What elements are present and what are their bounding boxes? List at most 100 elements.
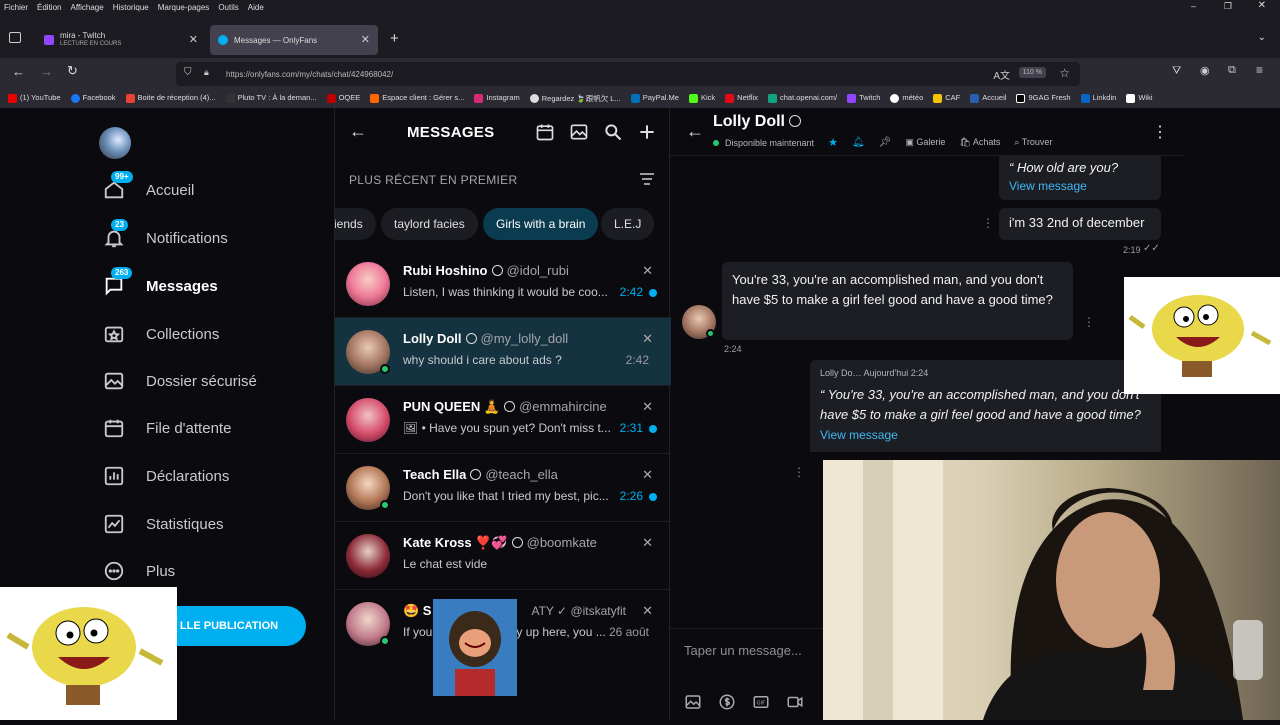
message-options-icon[interactable]: ⋮ bbox=[793, 465, 805, 479]
menu-view[interactable]: Affichage bbox=[70, 3, 103, 12]
bookmark-wiki[interactable]: Wiki bbox=[1126, 93, 1153, 103]
sort-icon[interactable] bbox=[639, 172, 655, 186]
menu-help[interactable]: Aide bbox=[248, 3, 264, 12]
gif-icon[interactable]: GIF bbox=[752, 693, 770, 711]
nav-queue[interactable]: File d'attente bbox=[103, 412, 231, 444]
menu-bookmarks[interactable]: Marque-pages bbox=[158, 3, 210, 12]
bookmark-9gag[interactable]: 9GAG Fresh bbox=[1016, 93, 1071, 103]
conversation-item[interactable]: Rubi Hoshino @idol_rubi Listen, I was thi… bbox=[335, 250, 671, 318]
message-options-icon[interactable]: ⋮ bbox=[1083, 315, 1095, 329]
message-input[interactable]: Taper un message... bbox=[684, 643, 802, 658]
chip-taylord-facies[interactable]: taylord facies bbox=[381, 208, 478, 240]
new-tab-icon[interactable]: + bbox=[390, 30, 399, 47]
url-text[interactable]: https://onlyfans.com/my/chats/chat/42496… bbox=[226, 70, 393, 79]
bookmark-pluto[interactable]: Pluto TV : À la deman... bbox=[225, 93, 317, 103]
add-icon[interactable] bbox=[637, 122, 657, 142]
bookmark-meteo[interactable]: météo bbox=[890, 93, 923, 103]
bookmark-netflix[interactable]: Netflix bbox=[725, 93, 758, 103]
close-icon[interactable]: ✕ bbox=[642, 331, 653, 347]
bookmark-espace-client[interactable]: Espace client : Gérer s... bbox=[370, 93, 464, 103]
gallery-button[interactable]: ▣ Galerie bbox=[905, 137, 945, 148]
bookmark-accueil[interactable]: Accueil bbox=[970, 93, 1006, 103]
zoom-level[interactable]: 110 % bbox=[1018, 67, 1046, 78]
back-arrow-icon[interactable]: ← bbox=[349, 121, 367, 142]
close-icon[interactable]: ✕ bbox=[642, 399, 653, 415]
nav-home[interactable]: 99+ Accueil bbox=[103, 171, 194, 206]
tab-onlyfans[interactable]: Messages — OnlyFans ✕ bbox=[210, 25, 378, 55]
tab-overview-icon[interactable] bbox=[9, 32, 21, 43]
bookmark-paypal[interactable]: PayPal.Me bbox=[630, 93, 679, 103]
find-button[interactable]: ⌕ Trouver bbox=[1014, 137, 1052, 148]
chip-girls-with-a-brain[interactable]: Girls with a brain bbox=[483, 208, 599, 240]
bookmark-chatgpt[interactable]: chat.openai.com/ bbox=[768, 93, 837, 103]
conversation-item[interactable]: PUN QUEEN 🧘 @emmahircine 🖼 • Have you spu… bbox=[335, 386, 671, 454]
bookmark-youtube[interactable]: (1) YouTube bbox=[8, 93, 61, 103]
close-icon[interactable]: ✕ bbox=[642, 535, 653, 551]
close-tab-icon[interactable]: ✕ bbox=[361, 33, 370, 46]
nav-messages[interactable]: 263 Messages bbox=[103, 267, 218, 302]
star-icon[interactable]: ★ bbox=[828, 136, 838, 149]
sort-selector[interactable]: PLUS RÉCENT EN PREMIER bbox=[349, 168, 655, 192]
shield-icon[interactable]: ⛉ bbox=[184, 67, 192, 78]
close-window-icon[interactable]: ✕ bbox=[1258, 0, 1266, 11]
dollar-icon[interactable] bbox=[718, 693, 736, 711]
chat-contact-name[interactable]: Lolly Doll bbox=[713, 113, 801, 131]
bookmark-instagram[interactable]: Instagram bbox=[474, 93, 520, 103]
bookmark-facebook[interactable]: Facebook bbox=[70, 93, 116, 103]
view-message-link[interactable]: View message bbox=[1009, 179, 1087, 193]
message-options-icon[interactable]: ⋮ bbox=[982, 216, 994, 230]
pocket-icon[interactable]: ⛛ bbox=[1172, 65, 1181, 78]
account-icon[interactable]: ◉ bbox=[1200, 64, 1210, 77]
menu-hamburger-icon[interactable]: ≡ bbox=[1256, 63, 1263, 77]
nav-statistics[interactable]: Statistiques bbox=[103, 508, 224, 540]
nav-statements[interactable]: Déclarations bbox=[103, 460, 229, 492]
bookmark-oqee[interactable]: OQEE bbox=[326, 93, 360, 103]
calendar-icon[interactable] bbox=[535, 122, 555, 142]
minimize-icon[interactable]: – bbox=[1191, 1, 1196, 11]
nav-vault[interactable]: Dossier sécurisé bbox=[103, 365, 257, 397]
back-icon[interactable]: ← bbox=[12, 64, 25, 79]
extensions-icon[interactable]: ⧉ bbox=[1228, 64, 1236, 77]
notification-bell-icon[interactable]: 🔔︎ bbox=[852, 137, 865, 148]
restore-icon[interactable]: ❐ bbox=[1224, 1, 1232, 12]
back-arrow-icon[interactable]: ← bbox=[686, 121, 704, 142]
bookmark-linkedin[interactable]: Linkdin bbox=[1080, 93, 1116, 103]
close-icon[interactable]: ✕ bbox=[642, 603, 653, 619]
bookmark-caf[interactable]: CAF bbox=[933, 93, 960, 103]
bookmark-regardez[interactable]: Regardez 🍃跟帆欠 L... bbox=[529, 93, 621, 104]
reload-icon[interactable]: ↻ bbox=[67, 63, 78, 79]
search-icon[interactable] bbox=[603, 122, 623, 142]
pin-icon[interactable]: 📌︎ bbox=[879, 137, 892, 148]
view-message-link[interactable]: View message bbox=[820, 428, 898, 442]
tab-twitch[interactable]: mira - Twitch LECTURE EN COURS ✕ bbox=[36, 25, 206, 55]
bookmark-star-icon[interactable]: ☆ bbox=[1059, 66, 1070, 80]
conversation-item[interactable]: Kate Kross ❣️💞 @boomkate Le chat est vide… bbox=[335, 522, 671, 590]
close-icon[interactable]: ✕ bbox=[642, 467, 653, 483]
nav-notifications[interactable]: 23 Notifications bbox=[103, 219, 228, 254]
nav-more[interactable]: Plus bbox=[103, 555, 175, 587]
conversation-item-active[interactable]: Lolly Doll @my_lolly_doll why should i ca… bbox=[335, 318, 671, 386]
chip-lej[interactable]: L.E.J bbox=[601, 208, 655, 240]
bookmark-twitch[interactable]: Twitch bbox=[847, 93, 880, 103]
bookmark-kick[interactable]: Kick bbox=[688, 93, 715, 103]
chip-friends[interactable]: iends bbox=[335, 208, 376, 240]
menu-file[interactable]: Fichier bbox=[4, 3, 28, 12]
menu-history[interactable]: Historique bbox=[113, 3, 149, 12]
tab-list-chevron-icon[interactable]: ⌄ bbox=[1258, 32, 1266, 43]
lock-icon[interactable]: 🔒︎ bbox=[204, 67, 209, 78]
forward-icon[interactable]: → bbox=[40, 64, 53, 79]
conversation-item[interactable]: Teach Ella @teach_ella Don't you like tha… bbox=[335, 454, 671, 522]
menu-tools[interactable]: Outils bbox=[218, 3, 238, 12]
more-vertical-icon[interactable]: ⋮ bbox=[1152, 122, 1168, 142]
bookmark-gmail[interactable]: Boite de réception (4)... bbox=[125, 93, 216, 103]
nav-collections[interactable]: Collections bbox=[103, 318, 219, 350]
menu-edit[interactable]: Édition bbox=[37, 3, 61, 12]
video-icon[interactable] bbox=[786, 693, 804, 711]
url-bar[interactable]: ⛉ 🔒︎ https://onlyfans.com/my/chats/chat/… bbox=[176, 62, 1080, 86]
translate-icon[interactable]: A文 bbox=[993, 67, 1010, 82]
close-tab-icon[interactable]: ✕ bbox=[189, 33, 198, 46]
close-icon[interactable]: ✕ bbox=[642, 263, 653, 279]
image-icon[interactable] bbox=[684, 693, 702, 711]
purchases-button[interactable]: 🛍︎ Achats bbox=[959, 137, 1000, 148]
gallery-icon[interactable] bbox=[569, 122, 589, 142]
